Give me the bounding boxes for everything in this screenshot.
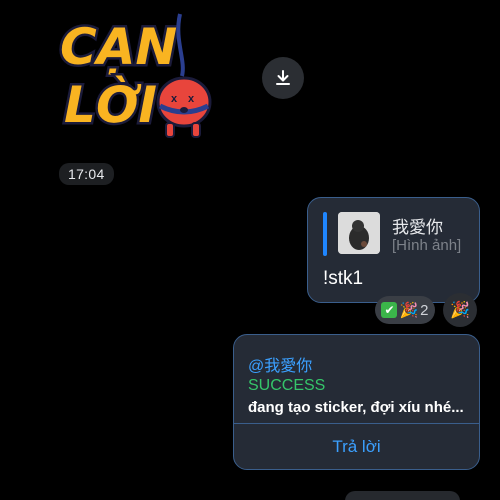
quote-bar xyxy=(323,212,327,256)
sticker-image[interactable]: CẠN LỜI x x xyxy=(56,10,216,146)
svg-text:x: x xyxy=(188,93,195,105)
sticker-character: x x xyxy=(156,76,212,138)
download-icon xyxy=(276,70,290,85)
incoming-message-bubble[interactable]: @我愛你 SUCCESS đang tạo sticker, đợi xíu n… xyxy=(233,334,480,470)
download-button[interactable] xyxy=(262,57,304,99)
quote-sender-name: 我愛你 xyxy=(392,218,443,237)
reply-button[interactable]: Trả lời xyxy=(234,424,479,469)
quote-subtitle: [Hình ảnh] xyxy=(392,237,462,254)
reaction-summary[interactable]: ✔ 🎉 2 xyxy=(375,296,435,324)
partial-message-bubble xyxy=(345,491,460,500)
message-text: !stk1 xyxy=(323,268,364,289)
mention-text[interactable]: @我愛你 xyxy=(248,352,312,376)
can-loi-sticker: CẠN LỜI x x xyxy=(58,13,212,138)
reaction-count: 2 xyxy=(420,301,429,319)
timestamp-badge: 17:04 xyxy=(59,163,114,185)
party-popper-icon: 🎉 xyxy=(450,302,470,319)
svg-text:x: x xyxy=(171,93,178,105)
sticker-text-line2: LỜI xyxy=(64,75,157,134)
quote-thumbnail[interactable] xyxy=(338,212,380,254)
quote-image-icon xyxy=(338,212,380,254)
chat-screen: CẠN LỜI x x 17:04 我愛你 [Hình ảnh] !stk1 ✔… xyxy=(0,0,500,500)
party-popper-icon: 🎉 xyxy=(399,302,419,319)
check-emoji-icon: ✔ xyxy=(381,302,398,318)
status-message: đang tạo sticker, đợi xíu nhé... xyxy=(248,399,464,416)
status-success: SUCCESS xyxy=(248,377,326,394)
add-reaction-button[interactable]: 🎉 xyxy=(443,293,477,327)
sticker-text-line1: CẠN xyxy=(60,18,177,76)
outgoing-message-bubble[interactable]: 我愛你 [Hình ảnh] !stk1 xyxy=(307,197,480,303)
